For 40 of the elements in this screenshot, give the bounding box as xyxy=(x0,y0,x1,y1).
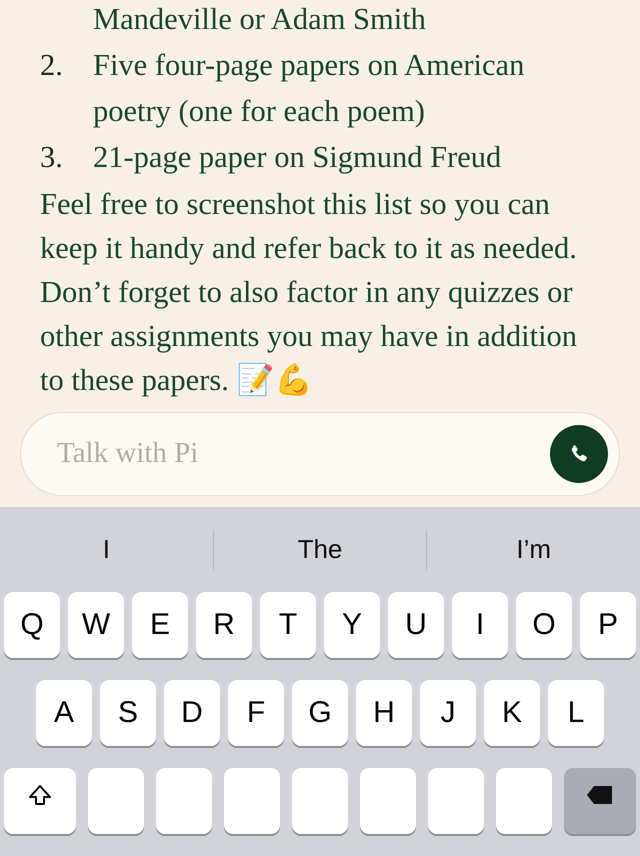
list-item-text: Mandeville or Adam Smith xyxy=(93,1,427,38)
keyboard-key[interactable]: P xyxy=(580,592,636,658)
delete-icon xyxy=(585,784,615,806)
list-number: 2. xyxy=(40,47,64,84)
keyboard-key[interactable]: W xyxy=(68,592,124,658)
suggestion[interactable]: The xyxy=(214,533,426,566)
keyboard-key[interactable]: J xyxy=(420,680,476,746)
keyboard-key[interactable] xyxy=(156,768,212,834)
message-input[interactable]: Talk with Pi xyxy=(20,412,620,496)
keyboard-key[interactable]: K xyxy=(484,680,540,746)
keyboard-key[interactable]: Y xyxy=(324,592,380,658)
keyboard-key[interactable]: D xyxy=(164,680,220,746)
suggestion[interactable]: I’m xyxy=(427,533,640,566)
shift-icon xyxy=(28,784,52,806)
keyboard-key[interactable]: S xyxy=(100,680,156,746)
suggestion[interactable]: I xyxy=(0,533,213,566)
keyboard-key[interactable]: H xyxy=(356,680,412,746)
keyboard-key[interactable]: U xyxy=(388,592,444,658)
keyboard-key[interactable] xyxy=(428,768,484,834)
keyboard-key[interactable] xyxy=(224,768,280,834)
keyboard-key[interactable]: R xyxy=(196,592,252,658)
keyboard-key[interactable] xyxy=(88,768,144,834)
delete-key[interactable] xyxy=(564,768,636,834)
keyboard-key[interactable]: I xyxy=(452,592,508,658)
keyboard-key[interactable]: T xyxy=(260,592,316,658)
message-paragraph: Feel free to screenshot this list so you can keep it handy and refer back to it as needed. Don’t forget to also factor in any quizzes or other assignments you may have in addition to these papers. 📝💪 xyxy=(40,186,578,399)
keyboard-key[interactable]: G xyxy=(292,680,348,746)
keyboard-key[interactable] xyxy=(360,768,416,834)
keyboard-key[interactable] xyxy=(496,768,552,834)
keyboard-key[interactable]: E xyxy=(132,592,188,658)
list-item-text: Five four-page papers on American poetry (one for each poem) xyxy=(93,47,526,130)
keyboard-key[interactable]: L xyxy=(548,680,604,746)
keyboard-key[interactable]: A xyxy=(36,680,92,746)
keyboard-key[interactable]: O xyxy=(516,592,572,658)
list-number: 3. xyxy=(40,139,64,176)
keyboard-key[interactable]: F xyxy=(228,680,284,746)
shift-key[interactable] xyxy=(4,768,76,834)
keyboard-key[interactable] xyxy=(292,768,348,834)
list-item-text: 21-page paper on Sigmund Freud xyxy=(93,139,502,176)
keyboard-key[interactable]: Q xyxy=(4,592,60,658)
